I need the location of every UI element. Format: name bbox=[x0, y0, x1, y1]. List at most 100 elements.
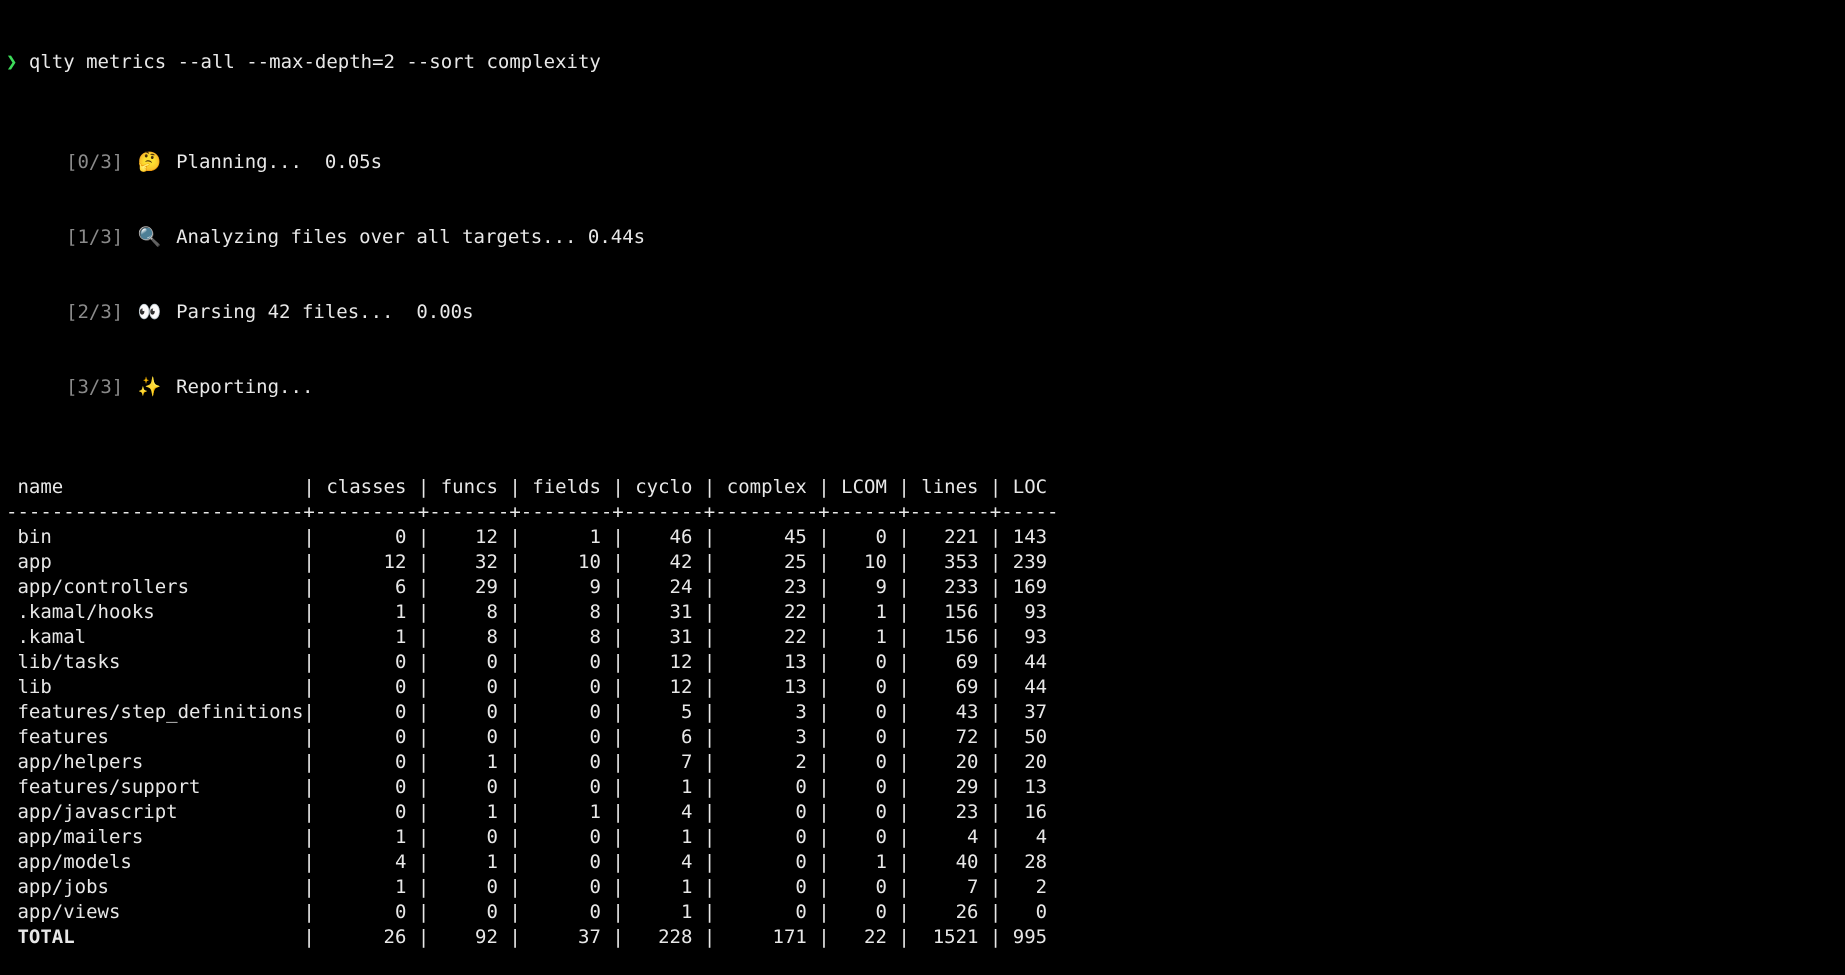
column-separator: | bbox=[417, 876, 430, 898]
column-separator: | bbox=[989, 926, 1002, 948]
cell-classes: 0 bbox=[314, 801, 418, 823]
column-separator: | bbox=[417, 926, 430, 948]
cell-classes: 1 bbox=[314, 826, 418, 848]
command-line: ❯ qlty metrics --all --max-depth=2 --sor… bbox=[6, 50, 1845, 75]
eyes-icon: 👀 bbox=[137, 301, 162, 323]
cell-loc: 93 bbox=[1001, 626, 1059, 648]
cell-lines: 156 bbox=[909, 626, 990, 648]
cell-funcs: 0 bbox=[429, 726, 510, 748]
column-separator: | bbox=[612, 651, 624, 673]
cell-classes: 0 bbox=[314, 776, 418, 798]
column-separator: | bbox=[303, 901, 315, 923]
cell-complex: 22 bbox=[715, 601, 819, 623]
column-separator: | bbox=[818, 826, 830, 848]
step-counter: [2/3] bbox=[66, 301, 124, 323]
table-row: app | 12 | 32 | 10 | 42 | 25 | 10 | 353 … bbox=[6, 550, 1845, 575]
column-separator: | bbox=[509, 476, 521, 498]
column-separator: | bbox=[612, 476, 624, 498]
column-separator: | bbox=[989, 726, 1002, 748]
column-separator: | bbox=[818, 676, 830, 698]
table-row: lib | 0 | 0 | 0 | 12 | 13 | 0 | 69 | 44 bbox=[6, 675, 1845, 700]
column-separator: | bbox=[303, 751, 315, 773]
table-divider: --------------------------+---------+---… bbox=[6, 500, 1845, 525]
column-separator: | bbox=[612, 601, 624, 623]
cell-cyclo: 1 bbox=[623, 901, 704, 923]
column-separator: | bbox=[612, 926, 624, 948]
column-separator: | bbox=[612, 576, 624, 598]
column-separator: | bbox=[417, 776, 430, 798]
column-separator: | bbox=[898, 526, 910, 548]
cell-lcom: 0 bbox=[829, 526, 899, 548]
cell-loc: 16 bbox=[1001, 801, 1059, 823]
cell-classes: 0 bbox=[314, 676, 418, 698]
metrics-table: name | classes | funcs | fields | cyclo … bbox=[6, 475, 1845, 950]
cell-lines: 40 bbox=[909, 851, 990, 873]
cell-classes: 1 bbox=[314, 601, 418, 623]
sparkles-icon: ✨ bbox=[137, 376, 162, 398]
column-header-lines: lines bbox=[909, 476, 990, 498]
column-separator: | bbox=[509, 826, 521, 848]
cell-name: app/helpers bbox=[6, 751, 304, 773]
cell-lines: 69 bbox=[909, 651, 990, 673]
cell-cyclo: 12 bbox=[623, 651, 704, 673]
table-total-row: TOTAL | 26 | 92 | 37 | 228 | 171 | 22 | … bbox=[6, 925, 1845, 950]
column-separator: | bbox=[898, 751, 910, 773]
column-separator: | bbox=[509, 751, 521, 773]
column-separator: | bbox=[417, 801, 430, 823]
column-separator: | bbox=[818, 726, 830, 748]
column-separator: | bbox=[509, 926, 521, 948]
cell-funcs: 0 bbox=[429, 776, 510, 798]
column-separator: | bbox=[989, 751, 1002, 773]
column-separator: | bbox=[989, 901, 1002, 923]
cell-lcom: 1 bbox=[829, 626, 899, 648]
cell-classes: 4 bbox=[314, 851, 418, 873]
column-separator: | bbox=[612, 751, 624, 773]
column-separator: | bbox=[989, 826, 1002, 848]
cell-loc: 93 bbox=[1001, 601, 1059, 623]
cell-lcom: 0 bbox=[829, 651, 899, 673]
cell-name: app/controllers bbox=[6, 576, 304, 598]
cell-lcom: 0 bbox=[829, 901, 899, 923]
column-separator: | bbox=[612, 851, 624, 873]
terminal-window[interactable]: ❯ qlty metrics --all --max-depth=2 --sor… bbox=[0, 0, 1845, 975]
column-separator: | bbox=[303, 726, 315, 748]
column-separator: | bbox=[509, 726, 521, 748]
column-header-fields: fields bbox=[520, 476, 613, 498]
cell-complex: 0 bbox=[715, 876, 819, 898]
cell-fields: 0 bbox=[520, 676, 613, 698]
cell-fields: 8 bbox=[520, 626, 613, 648]
column-separator: | bbox=[417, 826, 430, 848]
step-counter: [3/3] bbox=[66, 376, 124, 398]
cell-fields: 0 bbox=[520, 851, 613, 873]
cell-classes: 0 bbox=[314, 901, 418, 923]
column-separator: | bbox=[898, 651, 910, 673]
cell-name: app/javascript bbox=[6, 801, 304, 823]
cell-funcs: 8 bbox=[429, 601, 510, 623]
column-separator: | bbox=[818, 601, 830, 623]
column-separator: | bbox=[989, 776, 1002, 798]
column-separator: | bbox=[509, 801, 521, 823]
column-separator: | bbox=[818, 926, 830, 948]
column-separator: | bbox=[612, 626, 624, 648]
cell-cyclo: 7 bbox=[623, 751, 704, 773]
cell-classes: 0 bbox=[314, 651, 418, 673]
column-separator: | bbox=[818, 626, 830, 648]
cell-fields: 10 bbox=[520, 551, 613, 573]
column-separator: | bbox=[898, 826, 910, 848]
column-separator: | bbox=[417, 901, 430, 923]
cell-funcs: 12 bbox=[429, 526, 510, 548]
column-separator: | bbox=[303, 651, 315, 673]
table-row: app/mailers | 1 | 0 | 0 | 1 | 0 | 0 | 4 … bbox=[6, 825, 1845, 850]
cell-funcs: 1 bbox=[429, 801, 510, 823]
column-separator: | bbox=[989, 626, 1002, 648]
column-header-lcom: LCOM bbox=[829, 476, 899, 498]
column-separator: | bbox=[509, 901, 521, 923]
cell-funcs: 92 bbox=[429, 926, 510, 948]
table-row: .kamal | 1 | 8 | 8 | 31 | 22 | 1 | 156 |… bbox=[6, 625, 1845, 650]
column-separator: | bbox=[417, 601, 430, 623]
cell-fields: 0 bbox=[520, 651, 613, 673]
cell-classes: 1 bbox=[314, 626, 418, 648]
cell-fields: 9 bbox=[520, 576, 613, 598]
column-separator: | bbox=[818, 576, 830, 598]
column-header-cyclo: cyclo bbox=[623, 476, 704, 498]
